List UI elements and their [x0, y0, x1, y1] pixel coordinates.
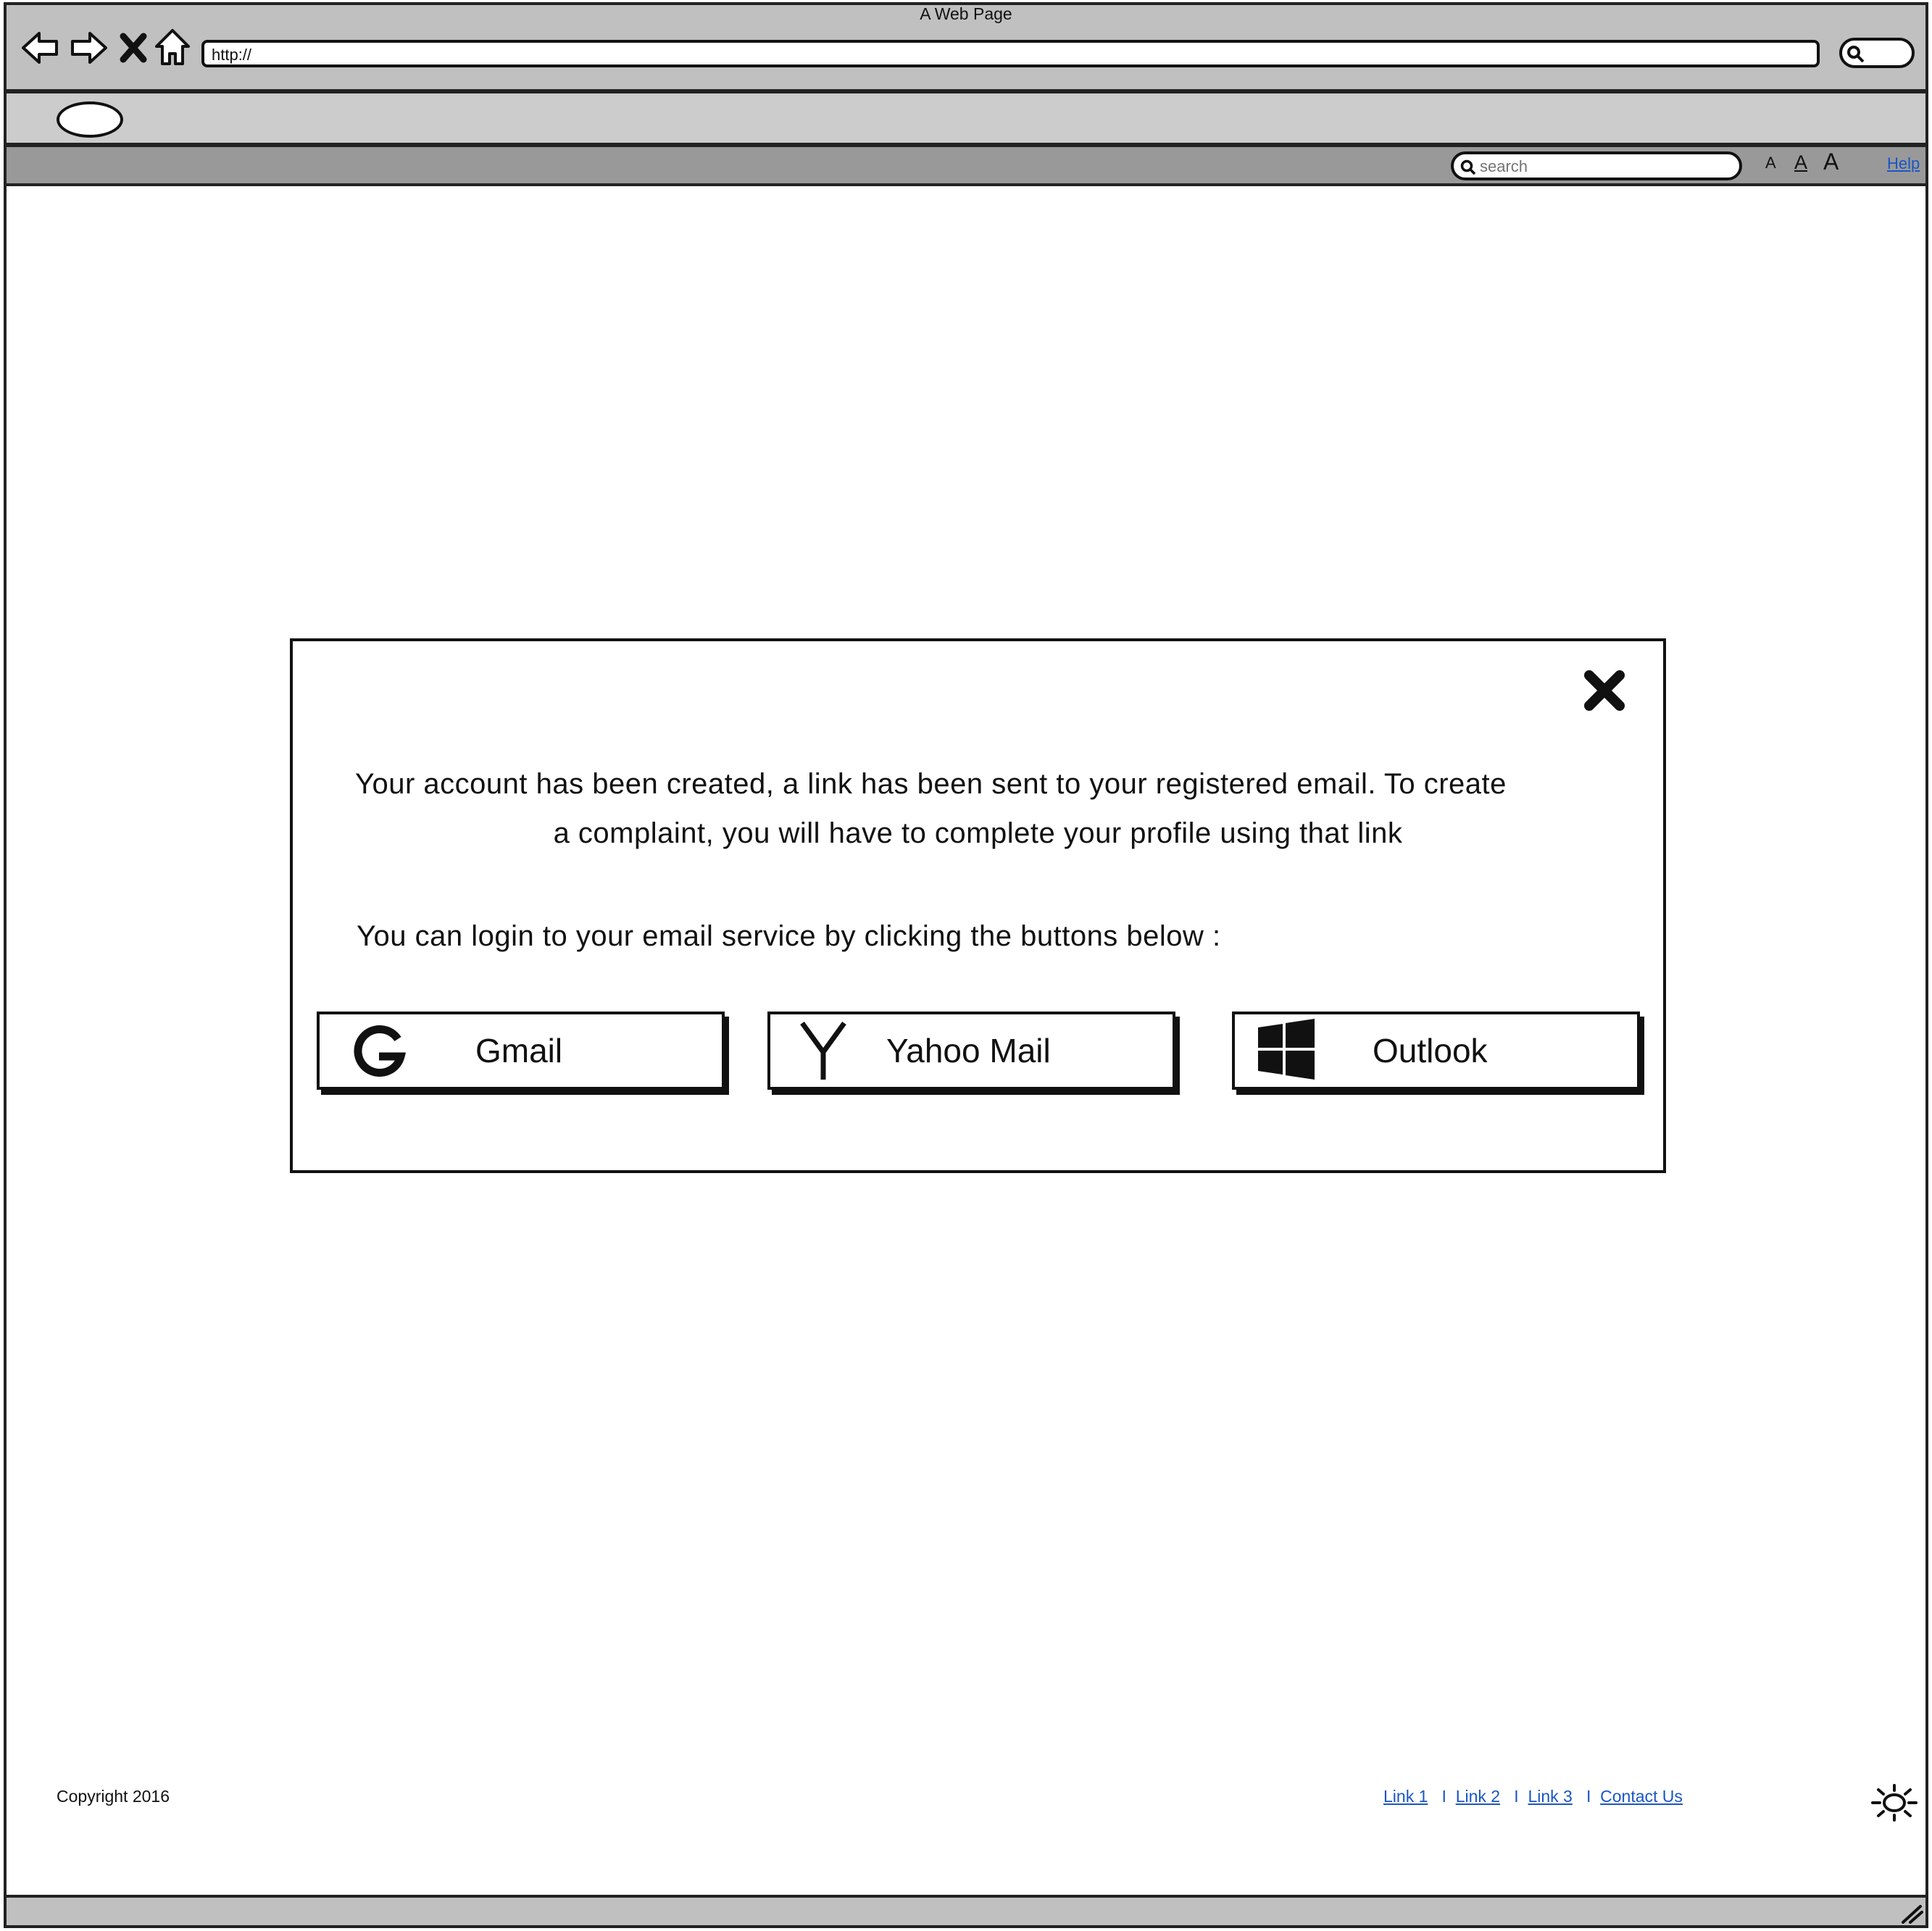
resize-grip-icon[interactable] [1900, 1902, 1923, 1924]
footer-separator: I [1514, 1787, 1519, 1806]
outlook-label: Outlook [1373, 1032, 1488, 1069]
footer-link-2[interactable]: Link 2 [1456, 1787, 1500, 1806]
dialog-message-line-1: Your account has been created, a link ha… [355, 768, 1507, 800]
footer-link-3[interactable]: Link 3 [1528, 1787, 1572, 1806]
footer-separator: I [1441, 1787, 1446, 1806]
footer-link-contact-us[interactable]: Contact Us [1600, 1787, 1683, 1806]
footer-link-1[interactable]: Link 1 [1383, 1787, 1428, 1806]
gmail-button[interactable]: Gmail [317, 1012, 725, 1090]
copyright-text: Copyright 2016 [57, 1787, 170, 1806]
close-icon[interactable] [1582, 668, 1627, 713]
yahoo-mail-button[interactable]: Yahoo Mail [767, 1012, 1175, 1090]
gmail-label: Gmail [475, 1032, 563, 1069]
windows-icon [1258, 1019, 1315, 1080]
footer-links: Link 1 I Link 2 I Link 3 I Contact Us [1383, 1787, 1683, 1806]
dialog-instruction: You can login to your email service by c… [357, 920, 1221, 952]
dialog-message-line-2: a complaint, you will have to complete y… [553, 817, 1403, 849]
footer-separator: I [1586, 1787, 1591, 1806]
yahoo-mail-label: Yahoo Mail [886, 1032, 1051, 1069]
yahoo-icon [800, 1021, 846, 1080]
outlook-button[interactable]: Outlook [1232, 1012, 1640, 1090]
google-icon [354, 1025, 407, 1077]
sun-icon[interactable] [1870, 1784, 1919, 1822]
confirmation-dialog [290, 638, 1666, 1173]
browser-status-bar [4, 1895, 1928, 1928]
